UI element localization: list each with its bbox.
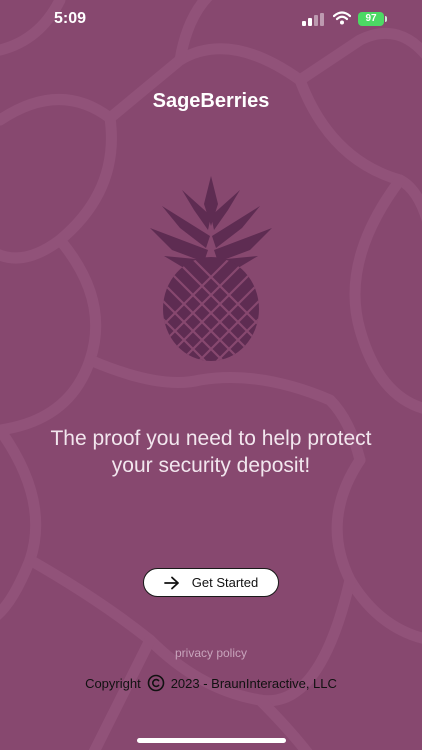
pineapple-icon (150, 176, 272, 361)
tagline: The proof you need to help protect your … (50, 427, 372, 477)
home-indicator[interactable] (137, 738, 286, 743)
get-started-button[interactable]: Get Started (143, 568, 279, 597)
cellular-signal-icon (302, 13, 324, 26)
copyright-text: 2023 - BraunInteractive, LLC (170, 675, 337, 691)
arrow-right-icon (163, 576, 179, 589)
copyright-word: Copyright (85, 675, 141, 691)
app-title: SageBerries (152, 90, 270, 112)
status-time: 5:09 (54, 10, 87, 27)
get-started-label: Get Started (191, 575, 259, 590)
wifi-icon (333, 11, 351, 25)
status-bar: 5:09 97 (0, 0, 422, 40)
battery-cap (385, 16, 387, 22)
privacy-policy-link[interactable]: privacy policy (0, 646, 422, 660)
copyright-icon (147, 674, 165, 692)
battery-charging-icon: 97 (358, 12, 388, 26)
battery-level: 97 (358, 12, 384, 26)
copyright-line: Copyright 2023 - BraunInteractive, LLC (0, 674, 422, 692)
